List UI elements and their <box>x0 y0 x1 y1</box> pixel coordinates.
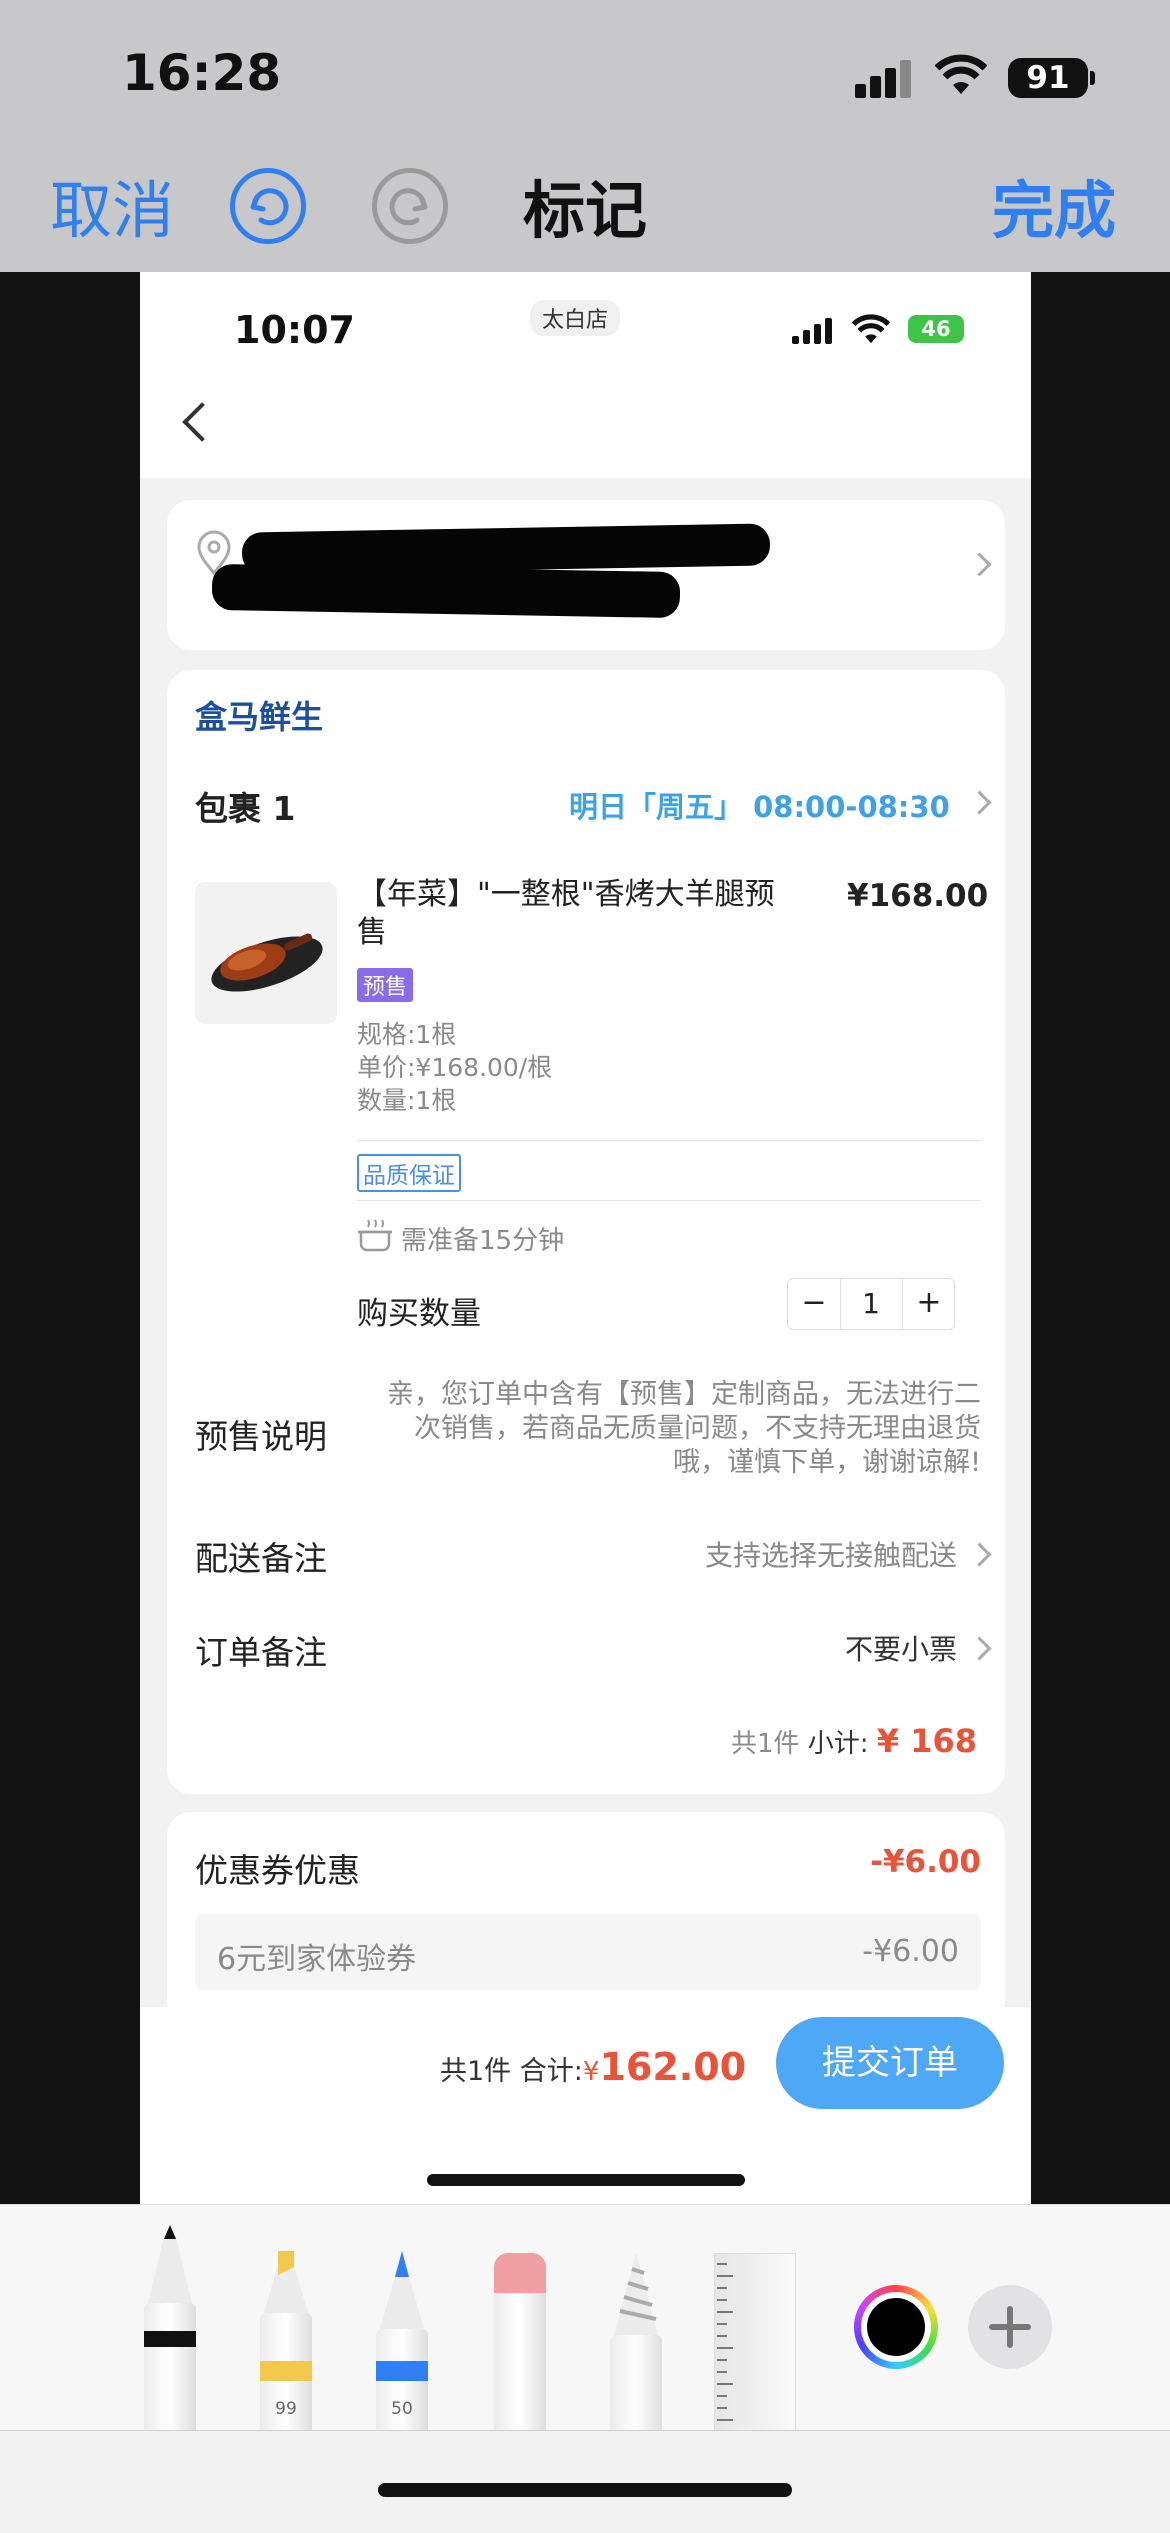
presale-badge: 预售 <box>357 968 414 1002</box>
subtotal-count: 共1件 <box>730 1729 800 1759</box>
total-amount: 162.00 <box>599 2045 747 2089</box>
address-card[interactable] <box>167 500 1005 650</box>
cooking-pot-icon <box>358 1219 392 1252</box>
product-unit-price: 单价:¥168.00/根 <box>357 1053 553 1082</box>
product-price: ¥168.00 <box>847 878 989 914</box>
store-logo: 盒马鲜生 <box>195 698 324 736</box>
ruler-ticks-icon <box>717 2263 733 2421</box>
plus-icon <box>989 2306 1031 2348</box>
order-note-value[interactable]: 不要小票 <box>587 1628 957 1668</box>
total-label: 合计: <box>519 2056 583 2087</box>
pencil-tool[interactable]: 50 <box>376 2251 428 2431</box>
pen-color-band <box>144 2331 196 2347</box>
marker-color-band <box>260 2361 312 2381</box>
product-name[interactable]: 【年菜】"一整根"香烤大羊腿预售 <box>357 876 797 952</box>
chevron-right-icon <box>967 1636 992 1661</box>
inner-status-time: 10:07 <box>234 308 355 352</box>
qty-minus-button[interactable]: − <box>788 1279 841 1329</box>
add-button[interactable] <box>968 2285 1052 2369</box>
embedded-screenshot: 10:07 太白店 46 盒马鲜生 包裹 1 明日「周五」 08:00-08:3… <box>140 272 1031 2204</box>
buy-qty-label: 购买数量 <box>357 1296 481 1332</box>
pencil-opacity-label: 50 <box>391 2399 413 2419</box>
pencil-tip-icon <box>380 2251 424 2329</box>
total-count: 共1件 <box>440 2056 512 2087</box>
inner-wifi-icon <box>852 314 890 344</box>
pen-body <box>144 2303 196 2431</box>
marker-opacity-label: 99 <box>275 2399 297 2419</box>
delivery-note-label: 配送备注 <box>195 1539 327 1578</box>
inner-signal-icon <box>792 316 836 344</box>
delivery-note-value[interactable]: 支持选择无接触配送 <box>587 1534 957 1574</box>
coupon-value: -¥6.00 <box>870 1844 981 1880</box>
inner-header: 10:07 太白店 46 <box>140 272 1031 478</box>
markup-header-area: 16:28 91 取消 标记 完成 <box>0 0 1170 272</box>
quantity-stepper: − 1 + <box>787 1278 955 1330</box>
battery-tip <box>1090 71 1095 85</box>
quality-guarantee-tag: 品质保证 <box>357 1154 461 1192</box>
eraser-tool[interactable] <box>494 2253 546 2431</box>
product-qty-text: 数量:1根 <box>357 1086 457 1115</box>
done-button[interactable]: 完成 <box>992 160 1116 250</box>
redaction-scribble <box>211 563 681 619</box>
bottom-bar <box>0 2430 1170 2533</box>
product-image[interactable] <box>195 882 337 1024</box>
lasso-tool[interactable] <box>610 2253 662 2431</box>
delivery-time[interactable]: 明日「周五」 08:00-08:30 <box>569 784 950 826</box>
wifi-icon <box>935 54 987 94</box>
pen-tool[interactable] <box>144 2225 196 2431</box>
coupon-item[interactable]: 6元到家体验券 -¥6.00 <box>195 1914 981 1990</box>
marker-tip-icon <box>264 2251 308 2313</box>
eraser-tip <box>494 2253 546 2293</box>
divider <box>357 1140 981 1141</box>
package-label: 包裹 1 <box>195 789 296 828</box>
qty-value[interactable]: 1 <box>840 1279 902 1329</box>
home-indicator <box>378 2483 792 2497</box>
coupon-card: 优惠券优惠 -¥6.00 6元到家体验券 -¥6.00 <box>167 1812 1005 2032</box>
prep-time-text: 需准备15分钟 <box>401 1226 565 1256</box>
total-summary: 共1件 合计:¥162.00 <box>440 2045 746 2089</box>
inner-home-indicator <box>427 2174 745 2186</box>
chevron-right-icon <box>967 552 992 577</box>
chevron-right-icon <box>967 790 992 815</box>
divider <box>357 1200 981 1201</box>
pencil-color-band <box>376 2361 428 2381</box>
status-time: 16:28 <box>122 44 282 102</box>
subtotal-label: 小计: <box>807 1729 869 1759</box>
subtotal-value: ¥ 168 <box>876 1722 977 1760</box>
coupon-item-name: 6元到家体验券 <box>217 1942 417 1977</box>
qty-plus-button[interactable]: + <box>902 1279 955 1329</box>
ruler-tool[interactable] <box>714 2253 796 2433</box>
back-icon[interactable] <box>182 402 222 442</box>
order-card: 盒马鲜生 包裹 1 明日「周五」 08:00-08:30 【年菜】"一整根"香烤… <box>167 670 1005 1794</box>
store-location-pill: 太白店 <box>530 300 621 336</box>
submit-order-button[interactable]: 提交订单 <box>776 2017 1004 2109</box>
battery-indicator: 91 <box>1008 58 1088 98</box>
lasso-tip-icon <box>614 2253 658 2335</box>
color-picker-button[interactable] <box>854 2285 938 2369</box>
lasso-body <box>610 2335 662 2431</box>
eraser-body <box>494 2293 546 2431</box>
order-note-label: 订单备注 <box>195 1633 327 1672</box>
presale-text: 亲，您订单中含有【预售】定制商品，无法进行二次销售，若商品无质量问题，不支持无理… <box>387 1379 981 1478</box>
markup-toolbar: 99 50 <box>0 2204 1170 2433</box>
pen-tip-icon <box>148 2225 192 2303</box>
total-currency: ¥ <box>582 2057 600 2087</box>
coupon-item-value: -¥6.00 <box>862 1934 959 1969</box>
chevron-right-icon <box>967 1542 992 1567</box>
marker-tool[interactable]: 99 <box>260 2251 312 2431</box>
coupon-label: 优惠券优惠 <box>195 1851 360 1890</box>
presale-label: 预售说明 <box>195 1417 327 1456</box>
lamb-leg-image <box>211 933 323 992</box>
product-spec: 规格:1根 <box>357 1020 457 1049</box>
selected-color-swatch <box>867 2298 925 2356</box>
inner-battery-indicator: 46 <box>908 315 964 343</box>
cellular-signal-icon <box>855 58 915 98</box>
subtotal-row: 共1件 小计: ¥ 168 <box>597 1722 977 1760</box>
